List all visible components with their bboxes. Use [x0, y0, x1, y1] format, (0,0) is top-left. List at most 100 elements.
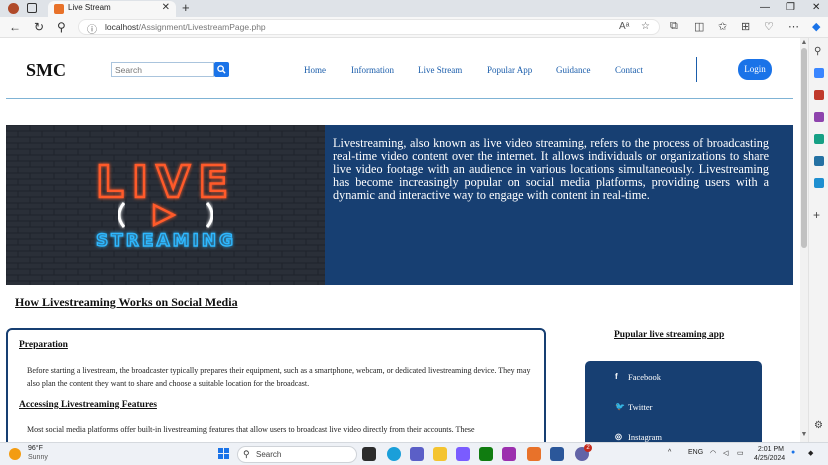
more-menu-icon[interactable]: ⋯ — [788, 20, 799, 33]
scroll-up-icon[interactable]: ▲ — [800, 39, 808, 46]
browser-essentials-icon[interactable]: ♡ — [764, 20, 774, 33]
nav-live-stream[interactable]: Live Stream — [418, 65, 462, 75]
start-button[interactable] — [218, 448, 230, 460]
battery-icon[interactable]: ▭ — [737, 449, 744, 457]
split-screen-icon[interactable]: ◫ — [694, 20, 704, 33]
media-app-icon[interactable] — [502, 447, 516, 461]
hero-description: Livestreaming, also known as live video … — [333, 136, 769, 202]
edge-sidebar: ⚲ + ⚙ — [808, 38, 828, 442]
notification-badge: 2 — [584, 444, 592, 452]
close-window-button[interactable]: ✕ — [812, 2, 820, 13]
nav-divider — [696, 57, 697, 82]
content-card: Preparation Before starting a livestream… — [6, 328, 546, 442]
copilot-icon[interactable]: ◆ — [812, 20, 820, 33]
tab-favicon-icon — [54, 4, 64, 14]
browser-tab-bar: Live Stream ✕ + — ❐ ✕ — [0, 0, 828, 17]
weather-temperature[interactable]: 96°F — [28, 445, 43, 452]
new-tab-button[interactable]: + — [182, 0, 190, 15]
sidebar-search-icon[interactable]: ⚲ — [814, 46, 824, 57]
header-divider — [6, 98, 793, 99]
edge-app-icon[interactable] — [387, 447, 401, 461]
tab-close-icon[interactable]: ✕ — [162, 2, 170, 13]
nav-guidance[interactable]: Guidance — [556, 65, 590, 75]
taskbar-search[interactable]: ⚲ Search — [237, 446, 357, 463]
read-aloud-icon[interactable]: Aᵃ — [619, 21, 629, 32]
weather-sun-icon[interactable] — [9, 448, 21, 460]
clock-time: 2:01 PM — [757, 446, 784, 453]
notifications-icon[interactable]: ● — [791, 449, 795, 456]
back-button[interactable]: ← — [9, 20, 21, 34]
minimize-button[interactable]: — — [760, 2, 770, 13]
store-app-icon[interactable] — [456, 447, 470, 461]
xbox-app-icon[interactable] — [479, 447, 493, 461]
nav-popular-app[interactable]: Popular App — [487, 65, 532, 75]
instagram-icon: ◎ — [615, 432, 622, 441]
sidebar-games-icon[interactable] — [814, 112, 824, 122]
system-clock[interactable]: 2:01 PM 4/25/2024 — [754, 445, 786, 463]
maximize-button[interactable]: ❐ — [786, 2, 795, 13]
address-bar[interactable]: ⓘ localhost/Assignment/LivestreamPage.ph… — [78, 19, 660, 36]
login-button[interactable]: Login — [738, 59, 772, 80]
paragraph-accessing-features: Most social media platforms offer built-… — [27, 425, 475, 434]
copilot-taskbar-icon[interactable]: ◆ — [808, 449, 813, 457]
tab-actions-icon[interactable] — [27, 3, 37, 13]
popular-apps-list: f Facebook 🐦 Twitter ◎ Instagram — [585, 361, 762, 442]
favorite-star-icon[interactable]: ☆ — [641, 21, 650, 32]
address-toolbar: ← ↻ ⚲ ⓘ localhost/Assignment/LivestreamP… — [0, 17, 828, 38]
search-icon[interactable]: ⚲ — [57, 20, 66, 34]
heading-accessing-features: Accessing Livestreaming Features — [19, 400, 157, 410]
word-app-icon[interactable] — [550, 447, 564, 461]
app-link-facebook[interactable]: Facebook — [628, 372, 661, 382]
extensions-icon[interactable]: ⧉ — [670, 20, 678, 33]
sidebar-outlook-icon[interactable] — [814, 156, 824, 166]
app-link-instagram[interactable]: Instagram — [628, 432, 662, 442]
tray-overflow-icon[interactable]: ^ — [668, 449, 671, 456]
hero-image-word-top: LIVE — [96, 157, 237, 208]
app-link-twitter[interactable]: Twitter — [628, 402, 652, 412]
hero-image-word-bottom: STREAMING — [96, 231, 236, 251]
search-button[interactable] — [214, 62, 229, 77]
tab-title: Live Stream — [68, 3, 111, 12]
scroll-down-icon[interactable]: ▼ — [800, 431, 808, 438]
weather-condition[interactable]: Sunny — [28, 454, 48, 461]
clock-date: 4/25/2024 — [754, 455, 786, 462]
twitter-icon: 🐦 — [615, 402, 625, 411]
url-host: localhost — [105, 22, 139, 32]
sidebar-settings-icon[interactable]: ⚙ — [814, 420, 824, 431]
nav-contact[interactable]: Contact — [615, 65, 643, 75]
task-view-icon[interactable] — [362, 447, 376, 461]
site-logo[interactable]: SMC — [26, 60, 66, 81]
url-path: /Assignment/LivestreamPage.php — [138, 22, 266, 32]
facebook-icon: f — [615, 372, 618, 381]
site-header: SMC Home Information Live Stream Popular… — [0, 38, 800, 98]
browser-tab[interactable]: Live Stream ✕ — [48, 1, 176, 17]
page-scrollbar[interactable]: ▲ ▼ — [800, 38, 808, 442]
popular-apps-title: Pupular live streaming app — [614, 330, 725, 340]
site-info-icon[interactable]: ⓘ — [87, 21, 97, 36]
sidebar-tools-icon[interactable] — [814, 90, 824, 100]
teams-app-icon[interactable] — [410, 447, 424, 461]
scrollbar-thumb[interactable] — [801, 48, 807, 248]
nav-home[interactable]: Home — [304, 65, 326, 75]
search-input[interactable] — [111, 62, 214, 77]
windows-taskbar: 96°F Sunny ⚲ Search 2 ^ ENG ◠ ◁ ▭ 2:01 P… — [0, 442, 828, 465]
sidebar-send-icon[interactable] — [814, 178, 824, 188]
xampp-app-icon[interactable] — [527, 447, 541, 461]
file-explorer-icon[interactable] — [433, 447, 447, 461]
paragraph-preparation: Before starting a livestream, the broadc… — [27, 366, 531, 388]
favorites-icon[interactable]: ✩ — [718, 20, 727, 33]
sidebar-tag-icon[interactable] — [814, 68, 824, 78]
profile-avatar[interactable] — [8, 3, 19, 14]
section-title: How Livestreaming Works on Social Media — [15, 295, 238, 309]
language-indicator[interactable]: ENG — [688, 449, 703, 456]
url-text: localhost/Assignment/LivestreamPage.php — [105, 22, 266, 32]
taskbar-search-label: Search — [256, 450, 282, 459]
heading-preparation: Preparation — [19, 340, 68, 350]
collections-icon[interactable]: ⊞ — [741, 20, 750, 33]
refresh-button[interactable]: ↻ — [34, 20, 44, 34]
sidebar-copilot-icon[interactable] — [814, 134, 824, 144]
wifi-icon[interactable]: ◠ — [710, 449, 716, 457]
nav-information[interactable]: Information — [351, 65, 394, 75]
sidebar-add-icon[interactable]: + — [813, 208, 823, 222]
volume-icon[interactable]: ◁ — [723, 449, 728, 457]
